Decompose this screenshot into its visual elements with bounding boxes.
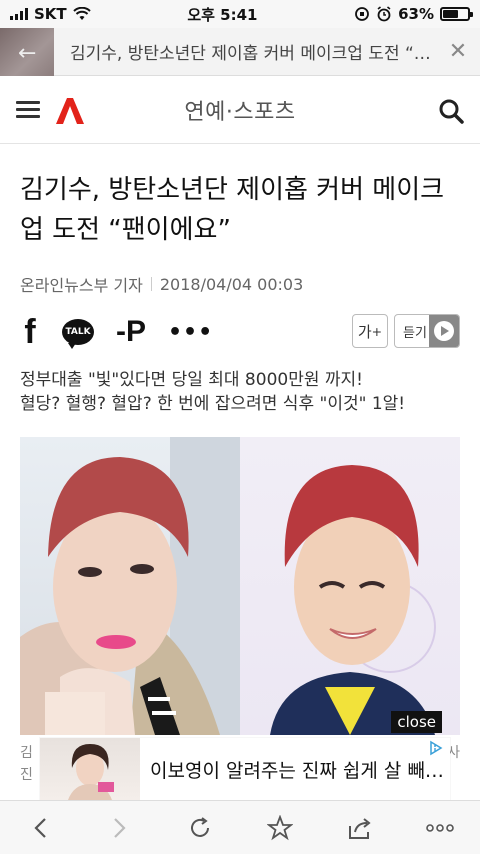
portrait-left-illustration (20, 437, 240, 735)
publish-datetime: 2018/04/04 00:03 (159, 274, 304, 294)
reload-icon[interactable] (180, 808, 220, 848)
search-icon[interactable] (438, 98, 464, 124)
back-icon[interactable] (20, 808, 60, 848)
text-ad-1[interactable]: 정부대출 "빛"있다면 당일 최대 8000만원 까지! (20, 368, 460, 392)
facebook-icon[interactable]: f (20, 313, 40, 352)
battery-fill (443, 10, 459, 18)
article-header: 김기수, 방탄소년단 제이홉 커버 메이크업 도전 “팬이에요” 온라인뉴스부 … (20, 144, 460, 296)
status-left: SKT (10, 5, 91, 23)
article-headline: 김기수, 방탄소년단 제이홉 커버 메이크업 도전 “팬이에요” (20, 175, 445, 245)
play-icon (429, 315, 459, 347)
battery-icon (440, 7, 473, 21)
kakaostory-icon[interactable]: -P (116, 315, 146, 349)
related-article-title[interactable]: 김기수, 방탄소년단 제이홉 커버 메이크업 도전 “팬이에요” (54, 39, 436, 64)
more-menu-icon[interactable] (420, 808, 460, 848)
bookmark-star-icon[interactable] (260, 808, 300, 848)
adchoices-icon[interactable] (428, 740, 444, 756)
kakaotalk-icon: TALK (62, 319, 94, 349)
photo-right-jhope (240, 437, 460, 735)
close-icon[interactable]: ✕ (436, 39, 480, 64)
status-bar: SKT 오후 5:41 63% (0, 0, 480, 28)
browser-toolbar (0, 800, 480, 854)
caption-line1-start: 김 (20, 745, 33, 761)
text-ad-2[interactable]: 혈당? 혈행? 혈압? 한 번에 잡으려면 식후 "이것" 1알! (20, 392, 460, 416)
article-photo: close (20, 437, 460, 735)
back-arrow-icon: ← (18, 40, 37, 66)
portrait-right-illustration (270, 465, 436, 735)
close-ad-label[interactable]: close (391, 711, 442, 733)
meta-divider (150, 277, 152, 291)
font-size-label: 가 (357, 322, 372, 341)
font-size-plus: + (371, 323, 383, 339)
reporter-name: 온라인뉴스부 기자 (20, 276, 143, 295)
floating-ad-banner[interactable]: 이보영이 알려주는 진짜 쉽게 살 빼는 방법 (40, 738, 450, 800)
ad-thumbnail (40, 738, 140, 800)
signal-icon (10, 8, 28, 20)
more-share-icon[interactable]: ••• (168, 320, 213, 345)
ad-banner-text[interactable]: 이보영이 알려주는 진짜 쉽게 살 빼는 방법 (140, 756, 450, 783)
photo-left-kim-kisoo (20, 437, 240, 735)
related-article-banner[interactable]: ← 김기수, 방탄소년단 제이홉 커버 메이크업 도전 “팬이에요” ✕ (0, 27, 480, 76)
font-size-button[interactable]: 가 + (352, 314, 388, 348)
listen-button[interactable]: 듣기 (394, 314, 460, 348)
wifi-icon (72, 7, 91, 20)
section-title[interactable]: 연예·스포츠 (184, 94, 295, 126)
text-ads: 정부대출 "빛"있다면 당일 최대 8000만원 까지! 혈당? 혈행? 혈압?… (20, 368, 460, 416)
site-logo[interactable] (56, 98, 84, 124)
orientation-lock-icon (355, 7, 369, 21)
battery-percent: 63% (398, 5, 434, 23)
kakaotalk-share[interactable]: TALK (62, 319, 94, 349)
alarm-icon (377, 6, 391, 22)
status-right: 63% (354, 5, 473, 23)
related-article-thumbnail: ← (0, 27, 54, 76)
site-header: 연예·스포츠 (0, 76, 480, 144)
forward-icon[interactable] (100, 808, 140, 848)
menu-icon[interactable] (16, 101, 40, 119)
listen-label: 듣기 (403, 325, 427, 341)
share-bar: f TALK -P ••• 가 + 듣기 (20, 312, 460, 352)
status-time: 오후 5:41 (187, 5, 258, 24)
article-meta: 온라인뉴스부 기자 2018/04/04 00:03 (20, 272, 460, 296)
share-icon[interactable] (340, 808, 380, 848)
carrier-label: SKT (34, 5, 67, 23)
